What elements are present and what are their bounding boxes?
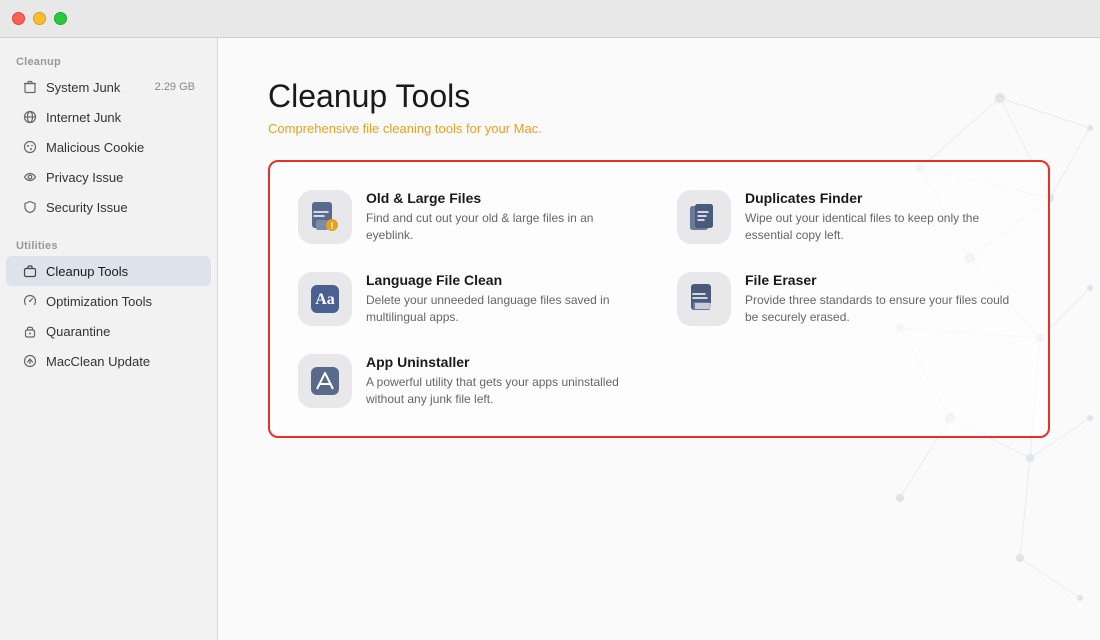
system-junk-label: System Junk: [46, 80, 120, 95]
privacy-issue-label: Privacy Issue: [46, 170, 123, 185]
sidebar-item-quarantine[interactable]: Quarantine: [6, 316, 211, 346]
app-uninstaller-icon: [298, 354, 352, 408]
old-large-files-icon: !: [298, 190, 352, 244]
file-eraser-icon: [677, 272, 731, 326]
old-large-files-desc: Find and cut out your old & large files …: [366, 210, 641, 244]
sidebar-item-macclean-update[interactable]: MacClean Update: [6, 346, 211, 376]
optimization-tools-label: Optimization Tools: [46, 294, 152, 309]
security-issue-label: Security Issue: [46, 200, 128, 215]
briefcase-icon: [22, 263, 38, 279]
sidebar-item-optimization-tools[interactable]: Optimization Tools: [6, 286, 211, 316]
sidebar-item-security-issue[interactable]: Security Issue: [6, 192, 211, 222]
tool-item-language-file-clean[interactable]: Aa Language File Clean Delete your unnee…: [290, 264, 649, 334]
duplicates-finder-name: Duplicates Finder: [745, 190, 1020, 206]
arrow-up-icon: [22, 353, 38, 369]
old-large-files-text: Old & Large Files Find and cut out your …: [366, 190, 641, 244]
tool-item-file-eraser[interactable]: File Eraser Provide three standards to e…: [669, 264, 1028, 334]
cleanup-section-label: Cleanup: [0, 50, 217, 72]
svg-text:!: !: [331, 221, 334, 231]
shield-icon: [22, 199, 38, 215]
app-body: Cleanup System Junk 2.29 GB: [0, 38, 1100, 640]
sidebar-item-system-junk[interactable]: System Junk 2.29 GB: [6, 72, 211, 102]
utilities-section-label: Utilities: [0, 234, 217, 256]
duplicates-finder-text: Duplicates Finder Wipe out your identica…: [745, 190, 1020, 244]
malicious-cookie-label: Malicious Cookie: [46, 140, 144, 155]
main-content: Cleanup Tools Comprehensive file cleanin…: [218, 38, 1100, 640]
app-uninstaller-desc: A powerful utility that gets your apps u…: [366, 374, 641, 408]
cleanup-tools-label: Cleanup Tools: [46, 264, 128, 279]
eye-icon: [22, 169, 38, 185]
minimize-button[interactable]: [33, 12, 46, 25]
gauge-icon: [22, 293, 38, 309]
trash-icon: [22, 79, 38, 95]
tool-item-old-large-files[interactable]: ! Old & Large Files Find and cut out you…: [290, 182, 649, 252]
file-eraser-text: File Eraser Provide three standards to e…: [745, 272, 1020, 326]
language-file-clean-text: Language File Clean Delete your unneeded…: [366, 272, 641, 326]
quarantine-label: Quarantine: [46, 324, 110, 339]
cookie-icon: [22, 139, 38, 155]
old-large-files-name: Old & Large Files: [366, 190, 641, 206]
svg-text:Aa: Aa: [315, 291, 335, 308]
fullscreen-button[interactable]: [54, 12, 67, 25]
content-area: Cleanup Tools Comprehensive file cleanin…: [268, 78, 1050, 438]
internet-junk-label: Internet Junk: [46, 110, 121, 125]
macclean-update-label: MacClean Update: [46, 354, 150, 369]
language-file-clean-desc: Delete your unneeded language files save…: [366, 292, 641, 326]
app-uninstaller-text: App Uninstaller A powerful utility that …: [366, 354, 641, 408]
sidebar-item-cleanup-tools[interactable]: Cleanup Tools: [6, 256, 211, 286]
tool-item-app-uninstaller[interactable]: App Uninstaller A powerful utility that …: [290, 346, 649, 416]
language-file-clean-icon: Aa: [298, 272, 352, 326]
globe-icon: [22, 109, 38, 125]
page-title: Cleanup Tools: [268, 78, 1050, 115]
sidebar-item-privacy-issue[interactable]: Privacy Issue: [6, 162, 211, 192]
duplicates-finder-desc: Wipe out your identical files to keep on…: [745, 210, 1020, 244]
page-subtitle: Comprehensive file cleaning tools for yo…: [268, 121, 1050, 136]
close-button[interactable]: [12, 12, 25, 25]
sidebar-item-malicious-cookie[interactable]: Malicious Cookie: [6, 132, 211, 162]
file-eraser-desc: Provide three standards to ensure your f…: [745, 292, 1020, 326]
system-junk-badge: 2.29 GB: [155, 81, 195, 93]
file-eraser-name: File Eraser: [745, 272, 1020, 288]
tool-grid: ! Old & Large Files Find and cut out you…: [268, 160, 1050, 438]
tool-item-duplicates-finder[interactable]: Duplicates Finder Wipe out your identica…: [669, 182, 1028, 252]
sidebar-item-internet-junk[interactable]: Internet Junk: [6, 102, 211, 132]
duplicates-finder-icon: [677, 190, 731, 244]
lock-icon: [22, 323, 38, 339]
titlebar: [0, 0, 1100, 38]
language-file-clean-name: Language File Clean: [366, 272, 641, 288]
sidebar: Cleanup System Junk 2.29 GB: [0, 38, 218, 640]
app-uninstaller-name: App Uninstaller: [366, 354, 641, 370]
